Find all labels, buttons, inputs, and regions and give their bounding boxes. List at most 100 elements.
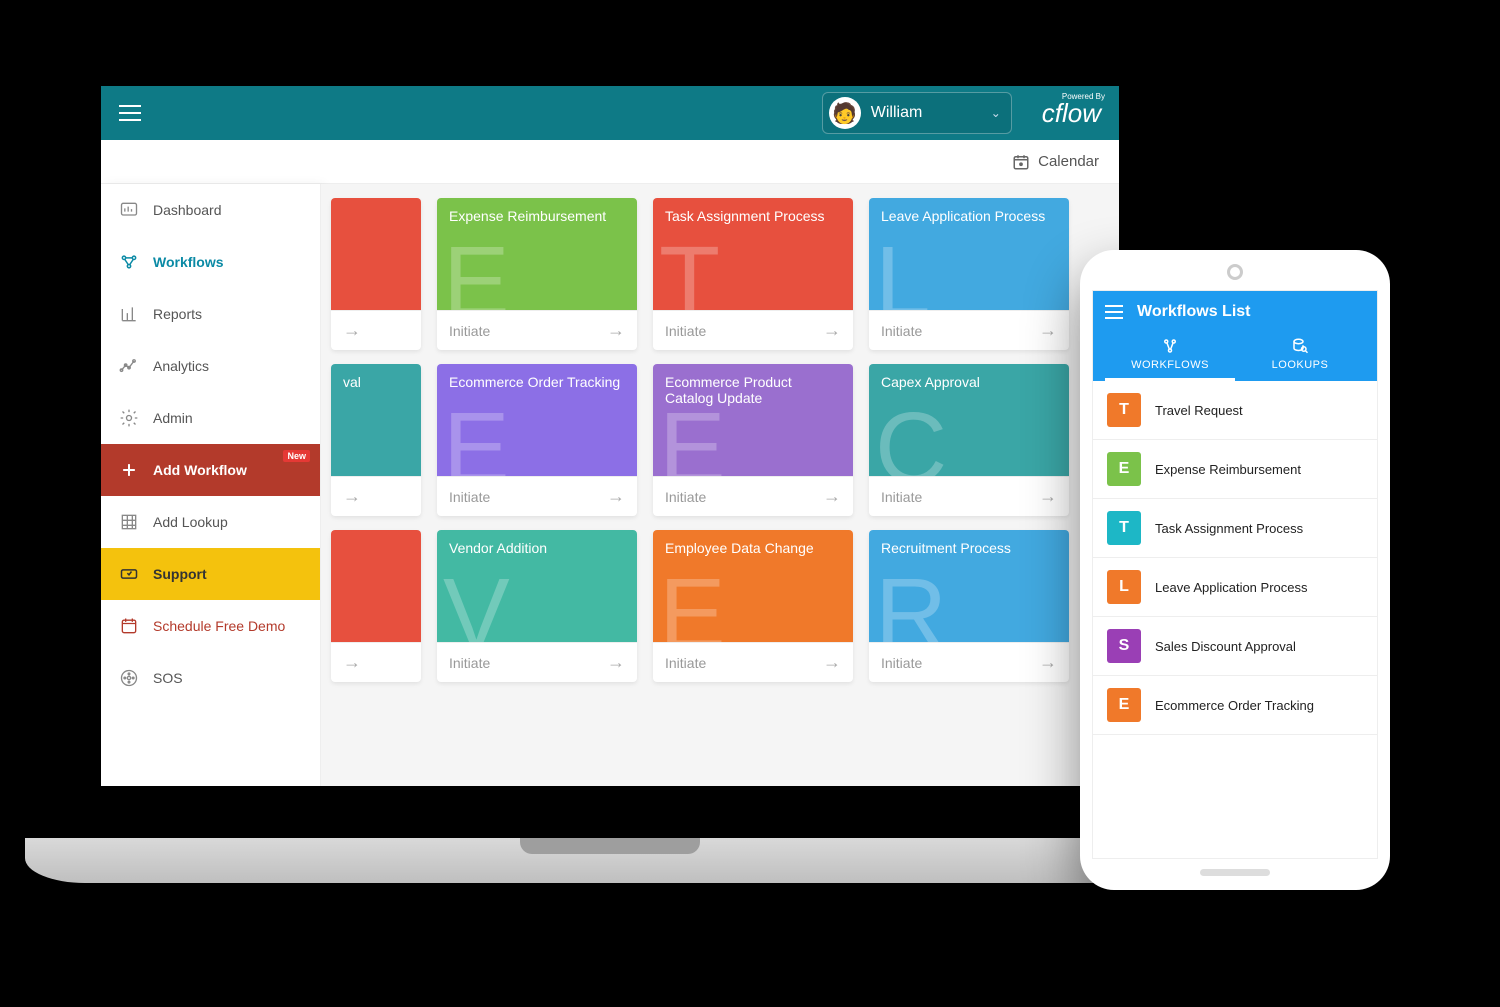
tab-lookups[interactable]: LOOKUPS <box>1235 331 1365 381</box>
tab-workflows[interactable]: WORKFLOWS <box>1105 331 1235 381</box>
workflow-card[interactable]: Ecommerce Product Catalog UpdateEInitiat… <box>653 364 853 516</box>
arrow-right-icon: → <box>343 652 361 673</box>
initiate-label: Initiate <box>881 489 922 505</box>
analytics-icon <box>119 356 139 376</box>
cards-row: →Expense ReimbursementEInitiate→Task Ass… <box>331 198 1109 350</box>
arrow-right-icon: → <box>607 320 625 341</box>
card-letter: E <box>659 564 726 642</box>
sidebar-item-reports[interactable]: Reports <box>101 288 320 340</box>
workflow-card[interactable]: Employee Data ChangeE Initiate → <box>653 530 853 682</box>
sidebar-item-label: Add Workflow <box>153 462 247 478</box>
phone-list-item[interactable]: EEcommerce Order Tracking <box>1093 676 1377 735</box>
phone-list-item[interactable]: TTask Assignment Process <box>1093 499 1377 558</box>
phone-workflow-list: TTravel Request E Expense Reimbursement TTa… <box>1093 381 1377 858</box>
workflow-card[interactable]: → <box>331 198 421 350</box>
initiate-label: Initiate <box>665 489 706 505</box>
workflow-card[interactable]: Expense Reimbursement E Initiate → <box>437 198 637 350</box>
card-letter: C <box>875 398 947 476</box>
phone-header: Workflows List WORKFLOWS LOOKUPS <box>1093 291 1377 381</box>
arrow-right-icon: → <box>823 652 841 673</box>
sidebar-item-admin[interactable]: Admin <box>101 392 320 444</box>
plus-icon <box>119 460 139 480</box>
card-letter: T <box>659 232 720 310</box>
card-footer[interactable]: Initiate → <box>653 642 853 682</box>
card-footer[interactable]: Initiate → <box>437 310 637 350</box>
item-label: Expense Reimbursement <box>1155 462 1301 477</box>
workflow-card[interactable]: Capex ApprovalCInitiate→ <box>869 364 1069 516</box>
sidebar-item-label: Support <box>153 566 207 582</box>
laptop-frame: 🧑 William ⌄ Powered By cflow Calendar <box>75 60 1145 840</box>
card-header: Employee Data ChangeE <box>653 530 853 642</box>
phone-list-item[interactable]: E Expense Reimbursement <box>1093 440 1377 499</box>
workflow-card[interactable]: → <box>331 530 421 682</box>
sidebar-item-schedule-demo[interactable]: Schedule Free Demo <box>101 600 320 652</box>
card-footer[interactable]: → <box>331 642 421 682</box>
item-letter-badge: E <box>1107 688 1141 722</box>
calendar-button[interactable]: Calendar <box>1012 153 1099 171</box>
user-dropdown[interactable]: 🧑 William ⌄ <box>822 92 1012 134</box>
sidebar-item-add-lookup[interactable]: Add Lookup <box>101 496 320 548</box>
sidebar-item-dashboard[interactable]: Dashboard <box>101 184 320 236</box>
sos-icon <box>119 668 139 688</box>
card-footer[interactable]: Initiate→ <box>437 476 637 516</box>
dashboard-icon <box>119 200 139 220</box>
sidebar-item-workflows[interactable]: Workflows <box>101 236 320 288</box>
card-header: Vendor AdditionV <box>437 530 637 642</box>
tab-label: WORKFLOWS <box>1131 359 1209 371</box>
sidebar-item-analytics[interactable]: Analytics <box>101 340 320 392</box>
card-footer[interactable]: Initiate→ <box>869 642 1069 682</box>
card-footer[interactable]: Initiate→ <box>653 310 853 350</box>
card-letter: E <box>443 232 510 310</box>
brand-logo: Powered By cflow <box>1042 98 1101 129</box>
item-letter-badge: S <box>1107 629 1141 663</box>
menu-toggle-button[interactable] <box>119 105 141 121</box>
arrow-right-icon: → <box>823 320 841 341</box>
card-title: val <box>343 374 409 390</box>
phone-list-item[interactable]: SSales Discount Approval <box>1093 617 1377 676</box>
card-footer[interactable]: Initiate→ <box>437 642 637 682</box>
powered-by-label: Powered By <box>1062 92 1105 101</box>
phone-list-item[interactable]: LLeave Application Process <box>1093 558 1377 617</box>
card-letter: R <box>875 564 947 642</box>
phone-list-item[interactable]: TTravel Request <box>1093 381 1377 440</box>
app-body: Dashboard Workflows Reports Analytics Ad <box>101 184 1119 786</box>
card-footer[interactable]: Initiate→ <box>653 476 853 516</box>
initiate-label: Initiate <box>449 323 490 339</box>
workflow-card[interactable]: Task Assignment Process TInitiate→ <box>653 198 853 350</box>
card-footer[interactable]: Initiate→ <box>869 476 1069 516</box>
card-header: Expense Reimbursement E <box>437 198 637 310</box>
arrow-right-icon: → <box>343 320 361 341</box>
workflow-card[interactable]: Vendor AdditionVInitiate→ <box>437 530 637 682</box>
item-letter-badge: E <box>1107 452 1141 486</box>
workflow-card[interactable]: Leave Application ProcessLInitiate→ <box>869 198 1069 350</box>
item-letter-badge: T <box>1107 511 1141 545</box>
laptop-screen: 🧑 William ⌄ Powered By cflow Calendar <box>101 86 1119 786</box>
card-title: Expense Reimbursement <box>449 208 625 224</box>
sidebar-item-support[interactable]: Support <box>101 548 320 600</box>
sidebar-item-label: Reports <box>153 306 202 322</box>
phone-tabs: WORKFLOWS LOOKUPS <box>1105 331 1365 381</box>
sidebar-item-label: Schedule Free Demo <box>153 618 285 634</box>
card-footer[interactable]: → <box>331 476 421 516</box>
sidebar-item-add-workflow[interactable]: Add Workflow New <box>101 444 320 496</box>
workflow-card[interactable]: Ecommerce Order TrackingEInitiate→ <box>437 364 637 516</box>
sidebar: Dashboard Workflows Reports Analytics Ad <box>101 184 321 786</box>
phone-frame: Workflows List WORKFLOWS LOOKUPS TTravel… <box>1080 250 1390 890</box>
workflows-icon <box>1161 337 1179 355</box>
initiate-label: Initiate <box>665 655 706 671</box>
card-title: Ecommerce Order Tracking <box>449 374 625 390</box>
card-letter: L <box>875 232 931 310</box>
workflow-card[interactable]: val → <box>331 364 421 516</box>
sidebar-item-sos[interactable]: SOS <box>101 652 320 704</box>
card-footer[interactable]: Initiate→ <box>869 310 1069 350</box>
workflow-card[interactable]: Recruitment Process RInitiate→ <box>869 530 1069 682</box>
card-footer[interactable]: → <box>331 310 421 350</box>
phone-menu-button[interactable] <box>1105 305 1123 319</box>
phone-camera <box>1227 264 1243 280</box>
lookups-icon <box>1291 337 1309 355</box>
card-header: Ecommerce Product Catalog UpdateE <box>653 364 853 476</box>
sidebar-item-label: Analytics <box>153 358 209 374</box>
card-header: val <box>331 364 421 476</box>
card-title: Recruitment Process <box>881 540 1057 556</box>
card-title: Task Assignment Process <box>665 208 841 224</box>
